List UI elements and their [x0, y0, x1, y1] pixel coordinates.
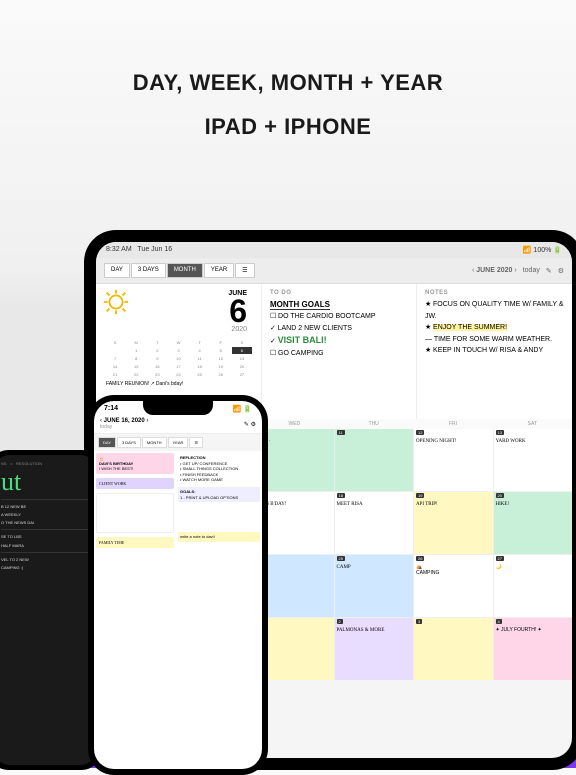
iphone-device-frame: 7:14📶 🔋 ‹ JUNE 16, 2020 ›today ✎ ⚙ DAY 3…: [88, 395, 268, 775]
month-nav[interactable]: ‹ JUNE 2020 ›: [472, 267, 517, 274]
iphone-notch: [143, 401, 213, 415]
today-button[interactable]: today: [523, 267, 540, 274]
sun-icon: [102, 288, 130, 316]
mini-note: FAMILY REUNION! ↗ Dani's bday!: [102, 381, 255, 387]
pencil-icon[interactable]: ✎: [244, 422, 249, 428]
sticky-client[interactable]: CLIENT WORK: [96, 478, 174, 489]
todo-title: MONTH GOALS: [270, 300, 330, 310]
gear-icon[interactable]: ⚙: [251, 422, 256, 428]
headline-line2: IPAD + IPHONE: [0, 114, 576, 140]
tab-year[interactable]: YEAR: [204, 263, 234, 278]
sticky-birthday[interactable]: 🎂DAVI'S BIRTHDAYI WISH THE BEST!: [96, 453, 174, 474]
ipad-status-bar: 8:32 AM Tue Jun 16 📶 100% 🔋: [96, 242, 572, 258]
tab-3days[interactable]: 3 DAYS: [131, 263, 166, 278]
todo-panel: TO DO MONTH GOALS ☐ DO THE CARDIO BOOTCA…: [261, 284, 416, 419]
dark-phone-frame: NS • RESOLUTION ut B 12 NEW BE A WEEKLY …: [0, 450, 100, 770]
iphone-header: ‹ JUNE 16, 2020 ›today ✎ ⚙: [94, 415, 262, 434]
year-label: 2020: [102, 326, 247, 333]
gear-icon[interactable]: ⚙: [558, 267, 564, 275]
dark-phone-screen: NS • RESOLUTION ut B 12 NEW BE A WEEKLY …: [0, 455, 95, 765]
iphone-view-tabs[interactable]: DAY 3 DAYS MONTH YEAR ☰: [94, 434, 262, 451]
ipad-toolbar: DAY 3 DAYS MONTH YEAR ☰ ‹ JUNE 2020 › to…: [96, 258, 572, 284]
iphone-timeline: 🎂DAVI'S BIRTHDAYI WISH THE BEST! CLIENT …: [94, 451, 176, 751]
mini-calendar[interactable]: SMTWTFS 123456 78910111213 1415161718192…: [102, 339, 255, 378]
tab-day[interactable]: DAY: [104, 263, 130, 278]
tab-month[interactable]: MONTH: [167, 263, 203, 278]
headline-line1: DAY, WEEK, MONTH + YEAR: [0, 70, 576, 96]
pencil-icon[interactable]: ✎: [546, 267, 552, 275]
marketing-headline: DAY, WEEK, MONTH + YEAR IPAD + IPHONE: [0, 0, 576, 140]
script-heading: ut: [1, 472, 89, 493]
iphone-screen: 7:14📶 🔋 ‹ JUNE 16, 2020 ›today ✎ ⚙ DAY 3…: [94, 401, 262, 769]
sticky-family[interactable]: FAMILY TIME: [96, 537, 174, 548]
iphone-notes: REFLECTION • GET UP/ CONFERENCE • SMALL …: [176, 451, 262, 751]
notes-panel: NOTES ★ FOCUS ON QUALITY TIME W/ FAMILY …: [416, 284, 572, 419]
view-switcher[interactable]: DAY 3 DAYS MONTH YEAR ☰: [104, 263, 255, 278]
tab-list-icon[interactable]: ☰: [235, 263, 254, 278]
